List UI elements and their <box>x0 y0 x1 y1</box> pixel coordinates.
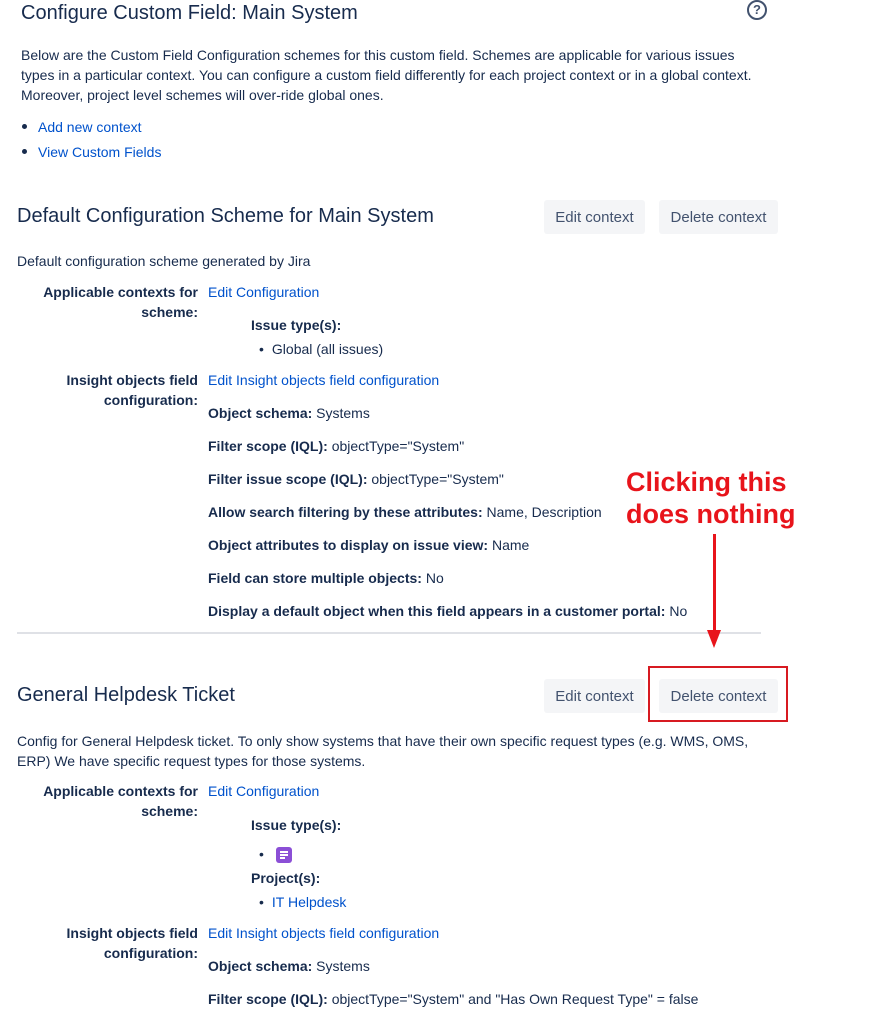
edit-context-button[interactable]: Edit context <box>544 679 645 713</box>
add-new-context-link[interactable]: Add new context <box>38 119 142 135</box>
annotation-text: Clicking this does nothing <box>626 467 796 529</box>
scheme-title: Default Configuration Scheme for Main Sy… <box>17 205 434 227</box>
scheme-description: Default configuration scheme generated b… <box>17 253 311 269</box>
config-row: Display a default object when this field… <box>208 603 688 619</box>
edit-configuration-link[interactable]: Edit Configuration <box>208 781 319 801</box>
list-item: Add new context <box>21 117 161 142</box>
annotation-arrowhead <box>707 630 721 648</box>
config-row: Filter issue scope (IQL): objectType="Sy… <box>208 471 504 487</box>
applicable-contexts-label: Applicable contexts for scheme: <box>43 284 198 320</box>
delete-context-button[interactable]: Delete context <box>659 200 778 234</box>
project-item: IT Helpdesk <box>259 892 346 912</box>
issue-type-value: Global (all issues) <box>259 339 383 359</box>
scheme-description: Config for General Helpdesk ticket. To o… <box>17 733 749 769</box>
issue-type-item <box>259 844 292 864</box>
applicable-contexts-label: Applicable contexts for scheme: <box>43 783 198 819</box>
it-helpdesk-link[interactable]: IT Helpdesk <box>272 894 346 910</box>
edit-insight-config-link[interactable]: Edit Insight objects field configuration <box>208 370 439 390</box>
config-row: Filter scope (IQL): objectType="System" <box>208 438 465 454</box>
list-item: View Custom Fields <box>21 142 161 167</box>
edit-configuration-link[interactable]: Edit Configuration <box>208 282 319 302</box>
config-row: Object schema: Systems <box>208 958 370 974</box>
config-row: Filter scope (IQL): objectType="System" … <box>208 991 699 1007</box>
annotation-arrow <box>713 534 716 638</box>
view-custom-fields-link[interactable]: View Custom Fields <box>38 144 161 160</box>
projects-label: Project(s): <box>251 870 321 886</box>
help-icon[interactable]: ? <box>747 0 767 20</box>
insight-config-label: Insight objects field configuration: <box>66 372 198 408</box>
request-type-icon <box>275 847 292 864</box>
issue-types-label: Issue type(s): <box>251 317 342 333</box>
issue-types-label: Issue type(s): <box>251 817 342 833</box>
edit-insight-config-link[interactable]: Edit Insight objects field configuration <box>208 923 439 943</box>
scheme-title: General Helpdesk Ticket <box>17 684 235 706</box>
config-row: Object schema: Systems <box>208 405 370 421</box>
config-row: Allow search filtering by these attribut… <box>208 504 602 520</box>
highlight-box <box>648 666 788 722</box>
edit-context-button[interactable]: Edit context <box>544 200 645 234</box>
section-divider <box>17 632 761 634</box>
intro-text: Below are the Custom Field Configuration… <box>21 47 752 103</box>
insight-config-label: Insight objects field configuration: <box>66 925 198 961</box>
action-links: Add new context View Custom Fields <box>21 117 161 167</box>
page-title: Configure Custom Field: Main System <box>21 2 358 24</box>
config-row: Field can store multiple objects: No <box>208 570 444 586</box>
config-row: Object attributes to display on issue vi… <box>208 537 530 553</box>
